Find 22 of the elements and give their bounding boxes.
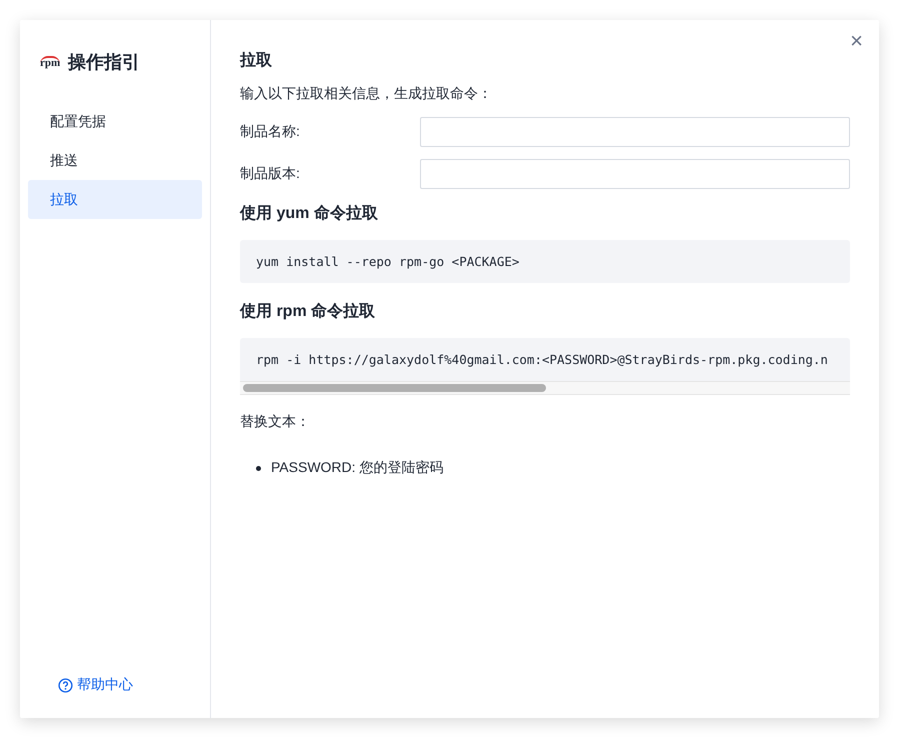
help-link[interactable]: 帮助中心 — [28, 676, 202, 694]
sidebar-item[interactable]: 推送 — [28, 141, 202, 180]
close-button[interactable]: × — [848, 30, 865, 52]
bullet-icon — [256, 466, 261, 470]
help-icon — [58, 678, 73, 692]
section-title: 拉取 — [240, 50, 273, 71]
horizontal-scrollbar[interactable] — [240, 381, 850, 395]
replacement-text: PASSWORD: 您的登陆密码 — [271, 459, 444, 477]
command-heading: 使用 yum 命令拉取 — [240, 204, 379, 224]
command-text: yum install --repo rpm-go <PACKAGE> — [256, 254, 520, 269]
field-label: 制品版本: — [240, 165, 301, 183]
replace-label: 替换文本： — [240, 413, 311, 431]
command-heading: 使用 rpm 命令拉取 — [240, 302, 376, 322]
field-label: 制品名称: — [240, 123, 301, 141]
sidebar-title: 操作指引 — [68, 51, 140, 74]
sidebar-item[interactable]: 拉取 — [28, 180, 202, 219]
command-text: rpm -i https://galaxydolf%40gmail.com:<PASSWORD>@StrayBirds-rpm.pkg.coding.n — [256, 352, 828, 367]
logo: rpm — [40, 56, 60, 68]
input-field[interactable] — [420, 159, 850, 189]
input-field[interactable] — [420, 117, 850, 147]
sidebar-item[interactable]: 配置凭据 — [28, 102, 202, 141]
intro-text: 输入以下拉取相关信息，生成拉取命令： — [240, 85, 493, 103]
